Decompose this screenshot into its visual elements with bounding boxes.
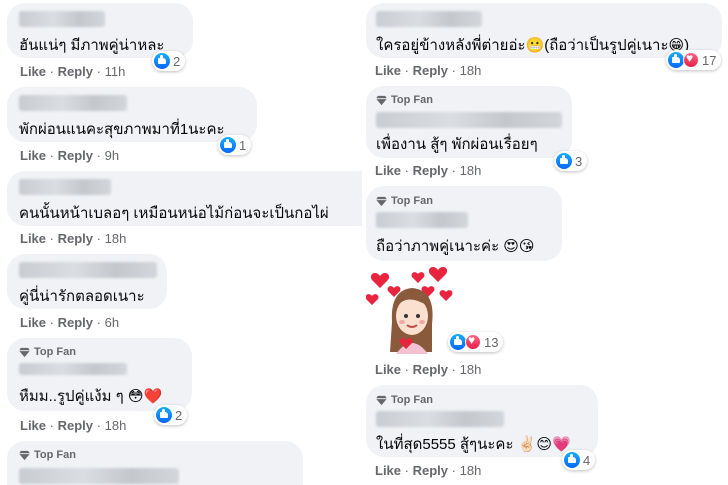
blurred-author-name (19, 468, 179, 484)
love-reaction-icon (683, 51, 699, 68)
reaction-count[interactable]: 3 (554, 151, 588, 171)
comment-text: คู่นี่น่ารักตลอดเนาะ (19, 288, 145, 305)
reply-link[interactable]: Reply (413, 163, 448, 178)
comment-bubble: Top Fan ถือว่าภาพคู่เนาะค่ะ 😍😘 (366, 186, 562, 261)
like-reaction-icon (156, 407, 172, 423)
reply-link[interactable]: Reply (413, 63, 448, 78)
like-link[interactable]: Like (375, 463, 401, 478)
blurred-author-name (376, 212, 468, 228)
love-reaction-icon (465, 333, 481, 350)
like-reaction-icon (154, 53, 170, 69)
blurred-author-name (19, 179, 111, 195)
reaction-count[interactable]: 2 (154, 405, 188, 425)
timestamp[interactable]: 18h (105, 418, 127, 433)
like-reaction-icon (220, 137, 236, 153)
like-link[interactable]: Like (20, 231, 46, 246)
timestamp[interactable]: 6h (105, 315, 119, 330)
comment-actions: Like · Reply · 18h (375, 362, 482, 377)
reply-link[interactable]: Reply (58, 315, 93, 330)
comment-bubble: คู่นี่น่ารักตลอดเนาะ (7, 254, 167, 309)
like-link[interactable]: Like (375, 362, 401, 377)
like-reaction-icon (564, 452, 580, 468)
comment-text: ฮันแน่ๆ มีภาพคู่น่าหละ (19, 37, 165, 54)
reply-link[interactable]: Reply (58, 418, 93, 433)
reply-link[interactable]: Reply (413, 463, 448, 478)
like-link[interactable]: Like (20, 64, 46, 79)
diamond-icon (376, 196, 387, 206)
comment-bubble: Top Fan เพื่องาน สู้ๆ พักผ่อนเรื่อยๆ (366, 86, 572, 158)
comment-actions: Like · Reply · 18h (20, 231, 127, 246)
comment-bubble: พักผ่อนแนคะสุขภาพมาที่1นะคะ (7, 87, 257, 142)
comment-bubble: ใครอยู่ข้างหลังพี่ต่ายอ่ะ😬(ถือว่าเป็นรูป… (366, 3, 722, 58)
diamond-icon (376, 95, 387, 105)
top-fan-badge: Top Fan (19, 346, 76, 358)
like-reaction-icon (556, 153, 572, 169)
comment-actions: Like · Reply · 18h (375, 463, 482, 478)
comment-text: หืมม..รูปคู่แง้ม ๆ 😳❤️ (19, 388, 163, 405)
comment-actions: Like · Reply · 11h (20, 64, 126, 79)
comment-bubble: Top Fan (7, 441, 303, 485)
blurred-author-name (19, 11, 105, 27)
blurred-author-name (376, 112, 562, 128)
comment-bubble: ฮันแน่ๆ มีภาพคู่น่าหละ (7, 3, 193, 58)
blurred-author-name (19, 95, 127, 111)
like-link[interactable]: Like (20, 315, 46, 330)
emoji: 😍😘 (503, 238, 535, 255)
like-link[interactable]: Like (375, 163, 401, 178)
timestamp[interactable]: 18h (105, 231, 127, 246)
reply-link[interactable]: Reply (58, 148, 93, 163)
reply-link[interactable]: Reply (58, 231, 93, 246)
reaction-count[interactable]: 4 (562, 450, 596, 470)
like-link[interactable]: Like (20, 148, 46, 163)
reaction-count[interactable]: 1 (218, 135, 252, 155)
top-fan-badge: Top Fan (19, 449, 76, 461)
reply-link[interactable]: Reply (413, 362, 448, 377)
reply-link[interactable]: Reply (58, 64, 93, 79)
emoji: ✌🏻😊💗 (517, 436, 571, 453)
left-comments-column: ฮันแน่ๆ มีภาพคู่น่าหละ 2 Like · Reply · … (0, 0, 362, 485)
blurred-author-name (19, 363, 127, 375)
comment-actions: Like · Reply · 6h (20, 315, 120, 330)
comment-actions: Like · Reply · 9h (20, 148, 120, 163)
sticker-image (366, 267, 453, 354)
timestamp[interactable]: 18h (460, 63, 482, 78)
comment-bubble: Top Fan ในที่สุด5555 สู้ๆนะคะ ✌🏻😊💗 (366, 385, 598, 457)
like-reaction-icon (668, 52, 684, 68)
timestamp[interactable]: 18h (460, 163, 482, 178)
timestamp[interactable]: 18h (460, 362, 482, 377)
right-comments-column: ใครอยู่ข้างหลังพี่ต่ายอ่ะ😬(ถือว่าเป็นรูป… (366, 0, 728, 485)
like-link[interactable]: Like (20, 418, 46, 433)
heart-girl-sticker (366, 262, 458, 354)
comment-actions: Like · Reply · 18h (20, 418, 127, 433)
comment-bubble: คนนั้นหน้าเบลอๆ เหมือนหน่อไม้ก่อนจะเป็นก… (7, 171, 362, 226)
top-fan-badge: Top Fan (376, 94, 433, 106)
reaction-count[interactable]: 17 (666, 50, 722, 70)
reaction-count[interactable]: 2 (152, 51, 186, 71)
reaction-count[interactable]: 13 (448, 332, 504, 352)
diamond-icon (376, 395, 387, 405)
comment-text: ถือว่าภาพคู่เนาะค่ะ 😍😘 (376, 238, 535, 255)
comment-actions: Like · Reply · 18h (375, 163, 482, 178)
like-link[interactable]: Like (375, 63, 401, 78)
blurred-author-name (376, 411, 504, 427)
diamond-icon (19, 450, 30, 460)
comment-text: คนนั้นหน้าเบลอๆ เหมือนหน่อไม้ก่อนจะเป็นก… (19, 205, 329, 222)
top-fan-badge: Top Fan (376, 394, 433, 406)
blurred-author-name (19, 262, 157, 278)
like-reaction-icon (450, 334, 466, 350)
timestamp[interactable]: 18h (460, 463, 482, 478)
timestamp[interactable]: 11h (105, 64, 126, 79)
blurred-author-name (376, 11, 482, 27)
comment-text: ใครอยู่ข้างหลังพี่ต่ายอ่ะ😬(ถือว่าเป็นรูป… (376, 37, 690, 54)
timestamp[interactable]: 9h (105, 148, 119, 163)
comment-bubble: Top Fan หืมม..รูปคู่แง้ม ๆ 😳❤️ (7, 338, 192, 411)
comment-text: เพื่องาน สู้ๆ พักผ่อนเรื่อยๆ (376, 136, 538, 153)
diamond-icon (19, 347, 30, 357)
comment-text: พักผ่อนแนคะสุขภาพมาที่1นะคะ (19, 121, 225, 138)
comment-text: ในที่สุด5555 สู้ๆนะคะ ✌🏻😊💗 (376, 436, 571, 453)
emoji: 😳❤️ (127, 388, 163, 405)
comment-actions: Like · Reply · 18h (375, 63, 482, 78)
top-fan-badge: Top Fan (376, 195, 433, 207)
